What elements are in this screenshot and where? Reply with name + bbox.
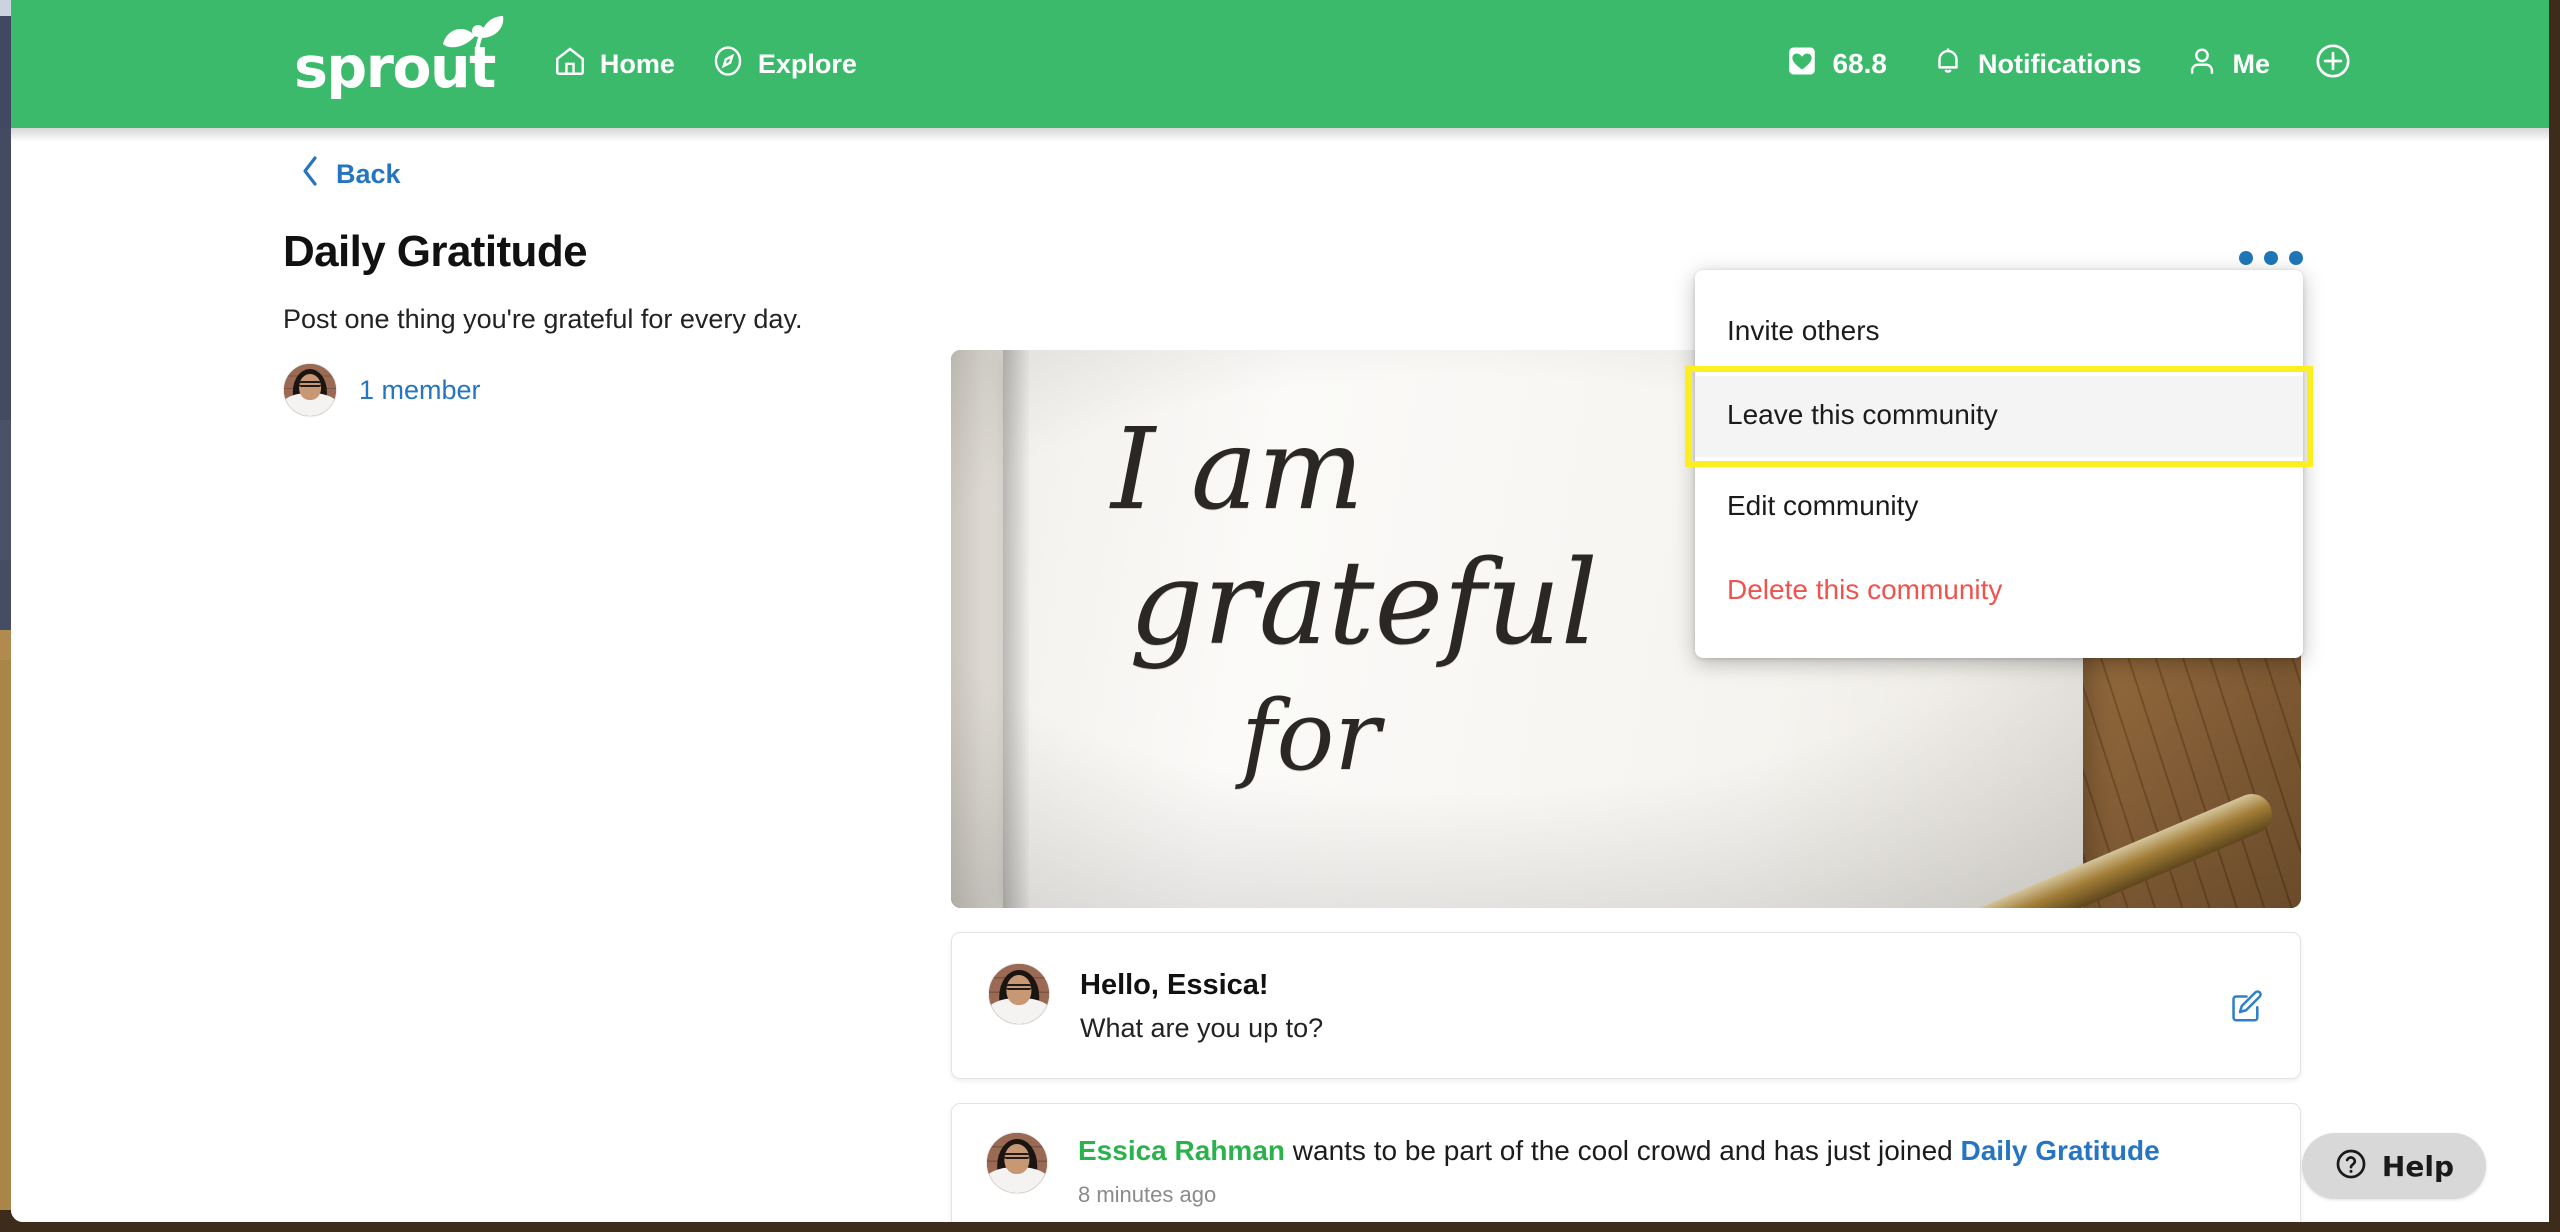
community-member-avatar[interactable] [283, 363, 337, 418]
compose-edit-icon[interactable] [2228, 987, 2266, 1025]
help-button[interactable]: Help [2301, 1133, 2486, 1199]
top-navigation-bar: sprout Home Explore 68.8 Notifications M… [11, 0, 2549, 142]
current-user-avatar [988, 963, 1050, 1025]
app-page: sprout Home Explore 68.8 Notifications M… [11, 0, 2549, 1222]
post-activity-text: Essica Rahman wants to be part of the co… [1078, 1132, 2258, 1170]
plus-circle-icon [2314, 42, 2352, 87]
avatar-face [1004, 1144, 1030, 1175]
greeting-prompt: What are you up to? [1080, 1013, 1324, 1043]
nav-item-notifications[interactable]: Notifications [1909, 34, 2164, 95]
create-post-card[interactable]: Hello, Essica! What are you up to? [951, 932, 2301, 1079]
nav-left-group: sprout Home Explore [294, 15, 875, 96]
menu-item-leave-community[interactable]: Leave this community [1685, 365, 2313, 468]
member-count-link[interactable]: 1 member [359, 375, 481, 406]
dot-2 [2264, 251, 2278, 265]
sprout-logo[interactable]: sprout [294, 15, 504, 96]
avatar-face [1006, 975, 1032, 1006]
help-button-label: Help [2381, 1149, 2454, 1183]
compass-icon [711, 44, 745, 85]
points-balance[interactable]: 68.8 [1763, 34, 1909, 95]
member-summary: 1 member [283, 363, 983, 418]
nav-item-home[interactable]: Home [535, 34, 693, 95]
nav-item-home-label: Home [599, 48, 675, 79]
nav-item-explore[interactable]: Explore [693, 34, 875, 95]
greeting-title: Hello, Essica! [1080, 969, 1269, 1001]
window-edge-artifact [0, 0, 11, 1232]
sprout-leaf-icon [437, 10, 509, 63]
back-button-label: Back [336, 159, 401, 189]
greeting-text-group: Hello, Essica! What are you up to? [1080, 963, 1323, 1044]
post-body: Essica Rahman wants to be part of the co… [1078, 1132, 2258, 1208]
avatar-glasses [1005, 983, 1033, 991]
nav-item-notifications-label: Notifications [1977, 48, 2142, 79]
feed-post-card: Essica Rahman wants to be part of the co… [951, 1103, 2301, 1222]
nav-item-add[interactable] [2292, 32, 2374, 97]
community-description: Post one thing you're grateful for every… [283, 304, 803, 334]
post-timestamp: 8 minutes ago [1078, 1181, 1217, 1207]
heart-card-icon [1785, 44, 1819, 85]
dot-1 [2239, 251, 2253, 265]
bell-icon [1931, 44, 1965, 85]
nav-item-explore-label: Explore [757, 48, 857, 79]
more-options-icon[interactable] [2231, 243, 2311, 273]
person-icon [2185, 44, 2219, 85]
back-button[interactable]: Back [298, 154, 401, 195]
question-circle-icon [2334, 1147, 2368, 1186]
post-community-link[interactable]: Daily Gratitude [1961, 1135, 2160, 1166]
menu-item-delete-community[interactable]: Delete this community [1695, 541, 2303, 625]
chevron-left-icon [298, 154, 322, 195]
avatar-face [299, 373, 321, 400]
nav-item-me[interactable]: Me [2163, 34, 2292, 95]
post-author-avatar[interactable] [986, 1132, 1048, 1194]
browser-window: sprout Home Explore 68.8 Notifications M… [0, 0, 2560, 1232]
home-icon [553, 44, 587, 85]
community-options-menu: Invite others Leave this community Edit … [1685, 270, 2313, 659]
nav-right-group: 68.8 Notifications Me [1763, 32, 2374, 97]
avatar-glasses [298, 381, 322, 387]
dot-3 [2289, 251, 2303, 265]
community-info-panel: Back Daily Gratitude Post one thing you'… [283, 154, 983, 418]
page-title: Daily Gratitude [283, 227, 588, 276]
main-content: Back Daily Gratitude Post one thing you'… [11, 128, 2549, 1222]
nav-item-me-label: Me [2232, 48, 2270, 79]
menu-item-edit-community[interactable]: Edit community [1695, 471, 2303, 541]
post-header: Essica Rahman wants to be part of the co… [986, 1132, 2266, 1208]
avatar-glasses [1003, 1152, 1031, 1160]
post-author-name[interactable]: Essica Rahman [1078, 1135, 1285, 1166]
post-activity-middle: wants to be part of the cool crowd and h… [1285, 1135, 1961, 1166]
points-value: 68.8 [1832, 48, 1887, 79]
menu-item-invite-others[interactable]: Invite others [1695, 296, 2303, 366]
community-feed-panel: I am grateful for Invite others Leave th… [951, 128, 2313, 1222]
